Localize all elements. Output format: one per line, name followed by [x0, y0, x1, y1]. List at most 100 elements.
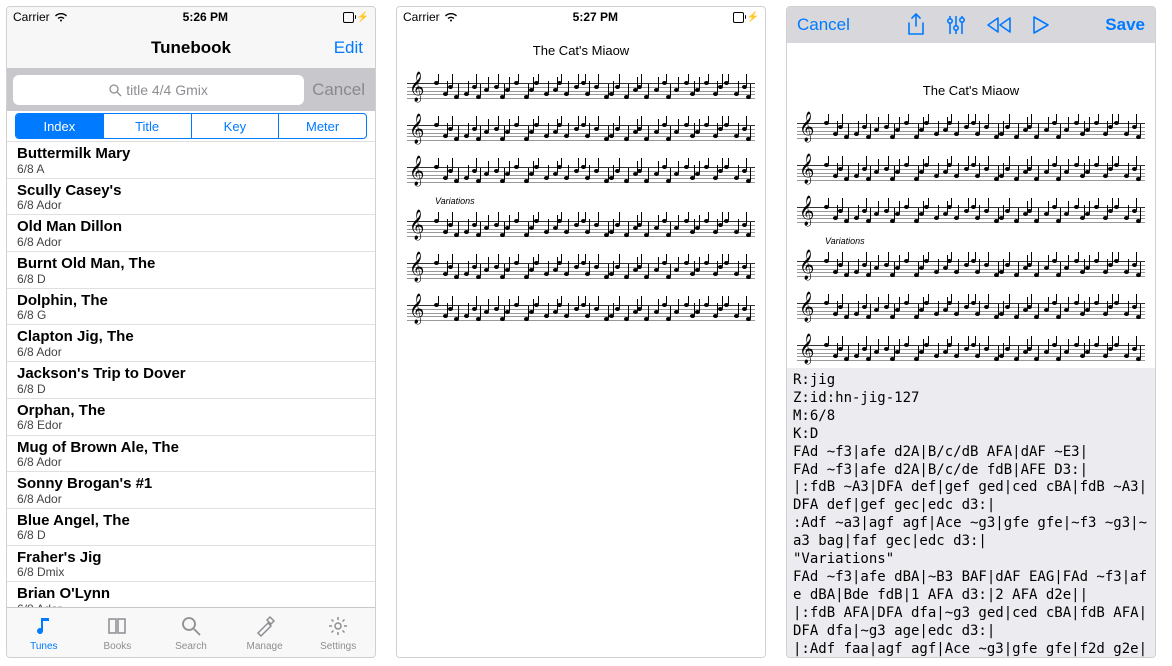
tune-meta: 6/8 Ador	[17, 199, 365, 212]
search-cancel-button[interactable]: Cancel	[312, 80, 369, 100]
gear-icon	[325, 613, 351, 639]
piece-title: The Cat's Miaow	[407, 43, 755, 58]
play-icon[interactable]	[1032, 15, 1050, 35]
save-button[interactable]: Save	[1105, 15, 1145, 35]
tune-meta: 6/8 D	[17, 383, 365, 396]
screen-tune-edit: Cancel Save The Cat's Miaow 𝄞 𝄞 𝄞 Variation…	[786, 6, 1156, 658]
tune-meta: 6/8 Ador	[17, 456, 365, 469]
staff-line: 𝄞	[797, 198, 1145, 230]
battery-icon: ⚡	[343, 11, 369, 23]
segment-meter[interactable]: Meter	[279, 114, 366, 138]
tab-settings[interactable]: Settings	[301, 608, 375, 657]
segmented-control: Index Title Key Meter	[15, 113, 367, 139]
list-item[interactable]: Brian O'Lynn6/8 Ador	[7, 582, 375, 607]
tab-search[interactable]: Search	[154, 608, 228, 657]
segment-index[interactable]: Index	[16, 114, 104, 138]
search-bar: title 4/4 Gmix Cancel	[7, 69, 375, 111]
staff-line: 𝄞	[797, 336, 1145, 368]
magnifier-icon	[178, 613, 204, 639]
search-input[interactable]: title 4/4 Gmix	[13, 75, 304, 105]
list-item[interactable]: Clapton Jig, The6/8 Ador	[7, 325, 375, 362]
list-item[interactable]: Mug of Brown Ale, The6/8 Ador	[7, 436, 375, 473]
tools-icon	[252, 613, 278, 639]
page-title: Tunebook	[69, 38, 313, 58]
tune-title: Scully Casey's	[17, 183, 365, 200]
variations-label: Variations	[407, 196, 755, 206]
tune-meta: 6/8 Ador	[17, 346, 365, 359]
staff-line: 𝄞	[407, 212, 755, 244]
time-label: 5:27 PM	[573, 10, 618, 24]
staff-line: 𝄞	[797, 252, 1145, 284]
tune-title: Buttermilk Mary	[17, 146, 365, 163]
staff-line: 𝄞	[797, 294, 1145, 326]
edit-button[interactable]: Edit	[313, 38, 363, 58]
list-item[interactable]: Sonny Brogan's #16/8 Ador	[7, 472, 375, 509]
carrier-label: Carrier	[403, 10, 440, 24]
tune-title: Fraher's Jig	[17, 550, 365, 567]
staff-line: 𝄞	[407, 158, 755, 190]
staff-line: 𝄞	[407, 116, 755, 148]
sheet-music-preview[interactable]: The Cat's Miaow 𝄞𝄞𝄞Variations𝄞𝄞𝄞	[787, 43, 1155, 368]
tab-books[interactable]: Books	[81, 608, 155, 657]
list-item[interactable]: Dolphin, The6/8 G	[7, 289, 375, 326]
sliders-icon[interactable]	[946, 14, 966, 36]
cancel-button[interactable]: Cancel	[797, 15, 850, 35]
variations-label: Variations	[797, 236, 1145, 246]
tune-meta: 6/8 Ador	[17, 236, 365, 249]
status-bar: Carrier 5:26 PM ⚡	[7, 7, 375, 27]
rewind-icon[interactable]	[986, 16, 1012, 34]
tune-title: Orphan, The	[17, 403, 365, 420]
tune-title: Old Man Dillon	[17, 219, 365, 236]
tune-title: Burnt Old Man, The	[17, 256, 365, 273]
wifi-icon	[54, 12, 68, 22]
screen-tunebook-list: Carrier 5:26 PM ⚡ Tunebook Edit title 4/…	[6, 6, 376, 658]
list-item[interactable]: Buttermilk Mary6/8 A	[7, 142, 375, 179]
edit-toolbar: Cancel Save	[787, 7, 1155, 43]
tune-meta: 6/8 G	[17, 309, 365, 322]
tune-title: Dolphin, The	[17, 293, 365, 310]
tune-meta: 6/8 Ador	[17, 493, 365, 506]
tune-meta: 6/8 Dmix	[17, 566, 365, 579]
tune-title: Clapton Jig, The	[17, 329, 365, 346]
staff-line: 𝄞	[407, 254, 755, 286]
list-item[interactable]: Blue Angel, The6/8 D	[7, 509, 375, 546]
tab-tunes[interactable]: Tunes	[7, 608, 81, 657]
share-icon[interactable]	[906, 13, 926, 37]
tune-meta: 6/8 D	[17, 273, 365, 286]
tab-bar: Tunes Books Search Manage Settings	[7, 607, 375, 657]
staff-line: 𝄞	[407, 74, 755, 106]
carrier-label: Carrier	[13, 10, 50, 24]
list-item[interactable]: Old Man Dillon6/8 Ador	[7, 215, 375, 252]
list-item[interactable]: Burnt Old Man, The6/8 D	[7, 252, 375, 289]
tune-meta: 6/8 A	[17, 163, 365, 176]
tune-meta: 6/8 Edor	[17, 419, 365, 432]
book-icon	[104, 613, 130, 639]
battery-icon: ⚡	[733, 11, 759, 23]
tune-title: Brian O'Lynn	[17, 586, 365, 603]
staff-line: 𝄞	[407, 296, 755, 328]
nav-bar: Tunebook Edit	[7, 27, 375, 69]
segment-title[interactable]: Title	[104, 114, 192, 138]
screen-tune-view: Carrier 5:27 PM ⚡ The Cat's Miaow 𝄞 𝄞 𝄞 Var…	[396, 6, 766, 658]
sheet-music-view[interactable]: The Cat's Miaow 𝄞 𝄞 𝄞 Variations 𝄞 𝄞 𝄞	[397, 27, 765, 657]
segment-key[interactable]: Key	[192, 114, 280, 138]
wifi-icon	[444, 12, 458, 22]
tune-list[interactable]: Buttermilk Mary6/8 AScully Casey's6/8 Ad…	[7, 141, 375, 607]
abc-notation-editor[interactable]: R:jig Z:id:hn-jig-127 M:6/8 K:D FAd ~f3|…	[787, 368, 1155, 657]
status-bar: Carrier 5:27 PM ⚡	[397, 7, 765, 27]
search-placeholder: title 4/4 Gmix	[126, 82, 208, 98]
tune-title: Jackson's Trip to Dover	[17, 366, 365, 383]
staff-line: 𝄞	[797, 114, 1145, 146]
music-note-icon	[31, 613, 57, 639]
tune-meta: 6/8 D	[17, 529, 365, 542]
time-label: 5:26 PM	[183, 10, 228, 24]
tune-title: Sonny Brogan's #1	[17, 476, 365, 493]
magnifier-icon	[109, 84, 122, 97]
piece-title: The Cat's Miaow	[797, 83, 1145, 98]
list-item[interactable]: Orphan, The6/8 Edor	[7, 399, 375, 436]
tab-manage[interactable]: Manage	[228, 608, 302, 657]
tune-title: Mug of Brown Ale, The	[17, 440, 365, 457]
list-item[interactable]: Scully Casey's6/8 Ador	[7, 179, 375, 216]
list-item[interactable]: Jackson's Trip to Dover6/8 D	[7, 362, 375, 399]
list-item[interactable]: Fraher's Jig6/8 Dmix	[7, 546, 375, 583]
